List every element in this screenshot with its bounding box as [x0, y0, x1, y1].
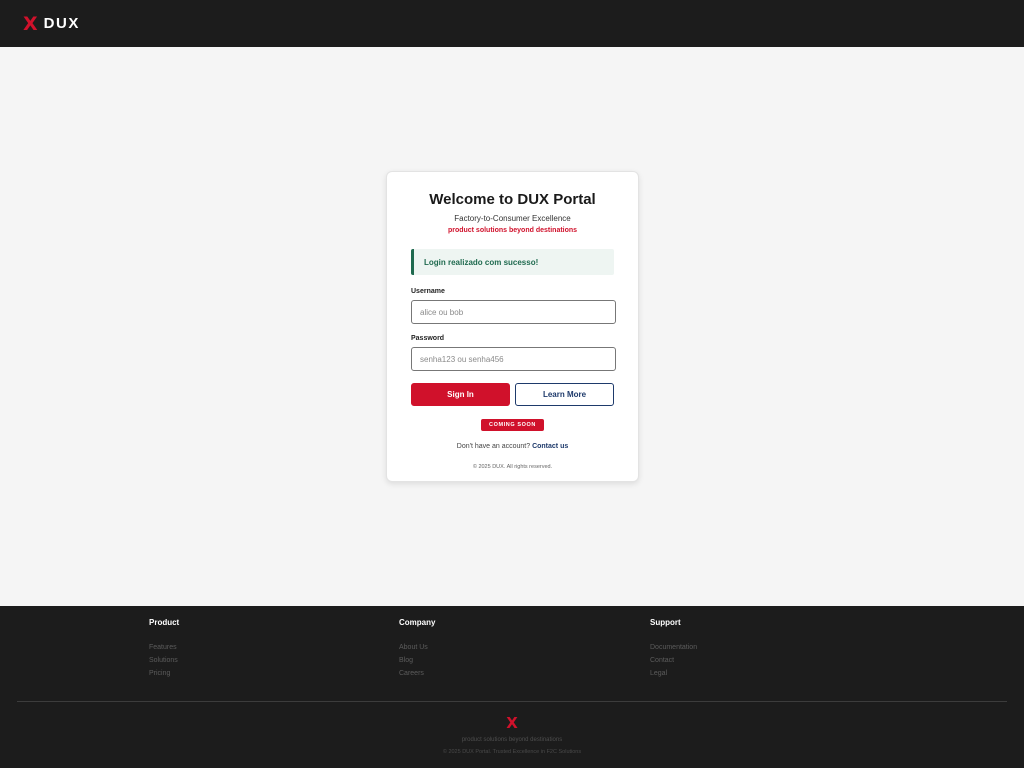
- footer-heading: Company: [399, 618, 436, 627]
- footer-copyright: © 2025 DUX Portal. Trusted Excellence in…: [442, 749, 582, 755]
- top-header: X DUX: [0, 0, 1024, 47]
- sign-in-button[interactable]: Sign In: [411, 383, 510, 406]
- card-tagline: product solutions beyond destinations: [447, 227, 578, 234]
- logo-text: DUX: [43, 15, 80, 32]
- username-label: Username: [411, 288, 445, 295]
- signup-prompt: Don't have an account? Contact us: [411, 443, 614, 450]
- footer-column-product: Product Features Solutions Pricing: [149, 618, 179, 680]
- footer-logo-x-icon: X: [506, 714, 518, 732]
- success-alert-text: Login realizado com sucesso!: [424, 257, 539, 267]
- footer-tagline: product solutions beyond destinations: [461, 737, 563, 743]
- footer-link-solutions[interactable]: Solutions: [149, 654, 179, 667]
- footer-link-features[interactable]: Features: [149, 641, 179, 654]
- brand-logo[interactable]: X DUX: [23, 13, 80, 35]
- footer-link-contact[interactable]: Contact: [650, 654, 697, 667]
- main-content: Welcome to DUX Portal Factory-to-Consume…: [0, 47, 1024, 606]
- login-card: Welcome to DUX Portal Factory-to-Consume…: [386, 171, 639, 482]
- footer-link-careers[interactable]: Careers: [399, 667, 435, 680]
- footer-heading: Support: [650, 618, 681, 627]
- username-input[interactable]: [411, 300, 616, 324]
- footer-link-blog[interactable]: Blog: [399, 654, 435, 667]
- footer-heading: Product: [149, 618, 180, 627]
- page-title: Welcome to DUX Portal: [429, 191, 596, 208]
- success-alert: Login realizado com sucesso!: [411, 249, 614, 275]
- footer-column-support: Support Documentation Contact Legal: [650, 618, 697, 680]
- password-input[interactable]: [411, 347, 616, 371]
- footer-link-about-us[interactable]: About Us: [399, 641, 435, 654]
- footer-link-legal[interactable]: Legal: [650, 667, 697, 680]
- signup-text: Don't have an account?: [456, 443, 531, 450]
- footer-column-company: Company About Us Blog Careers: [399, 618, 435, 680]
- password-label: Password: [411, 335, 445, 342]
- learn-more-button[interactable]: Learn More: [515, 383, 614, 406]
- contact-us-link[interactable]: Contact us: [532, 443, 568, 450]
- button-row: Sign In Learn More: [411, 383, 614, 406]
- card-copyright: © 2025 DUX. All rights reserved.: [472, 464, 553, 470]
- footer-link-documentation[interactable]: Documentation: [650, 641, 697, 654]
- coming-soon-badge: COMING SOON: [481, 419, 544, 431]
- logo-x-icon: X: [23, 12, 38, 35]
- site-footer: Product Features Solutions Pricing Compa…: [0, 606, 1024, 768]
- footer-link-pricing[interactable]: Pricing: [149, 667, 179, 680]
- card-subtitle: Factory-to-Consumer Excellence: [454, 214, 571, 223]
- footer-divider: [17, 701, 1007, 702]
- badge-wrap: COMING SOON: [411, 413, 614, 431]
